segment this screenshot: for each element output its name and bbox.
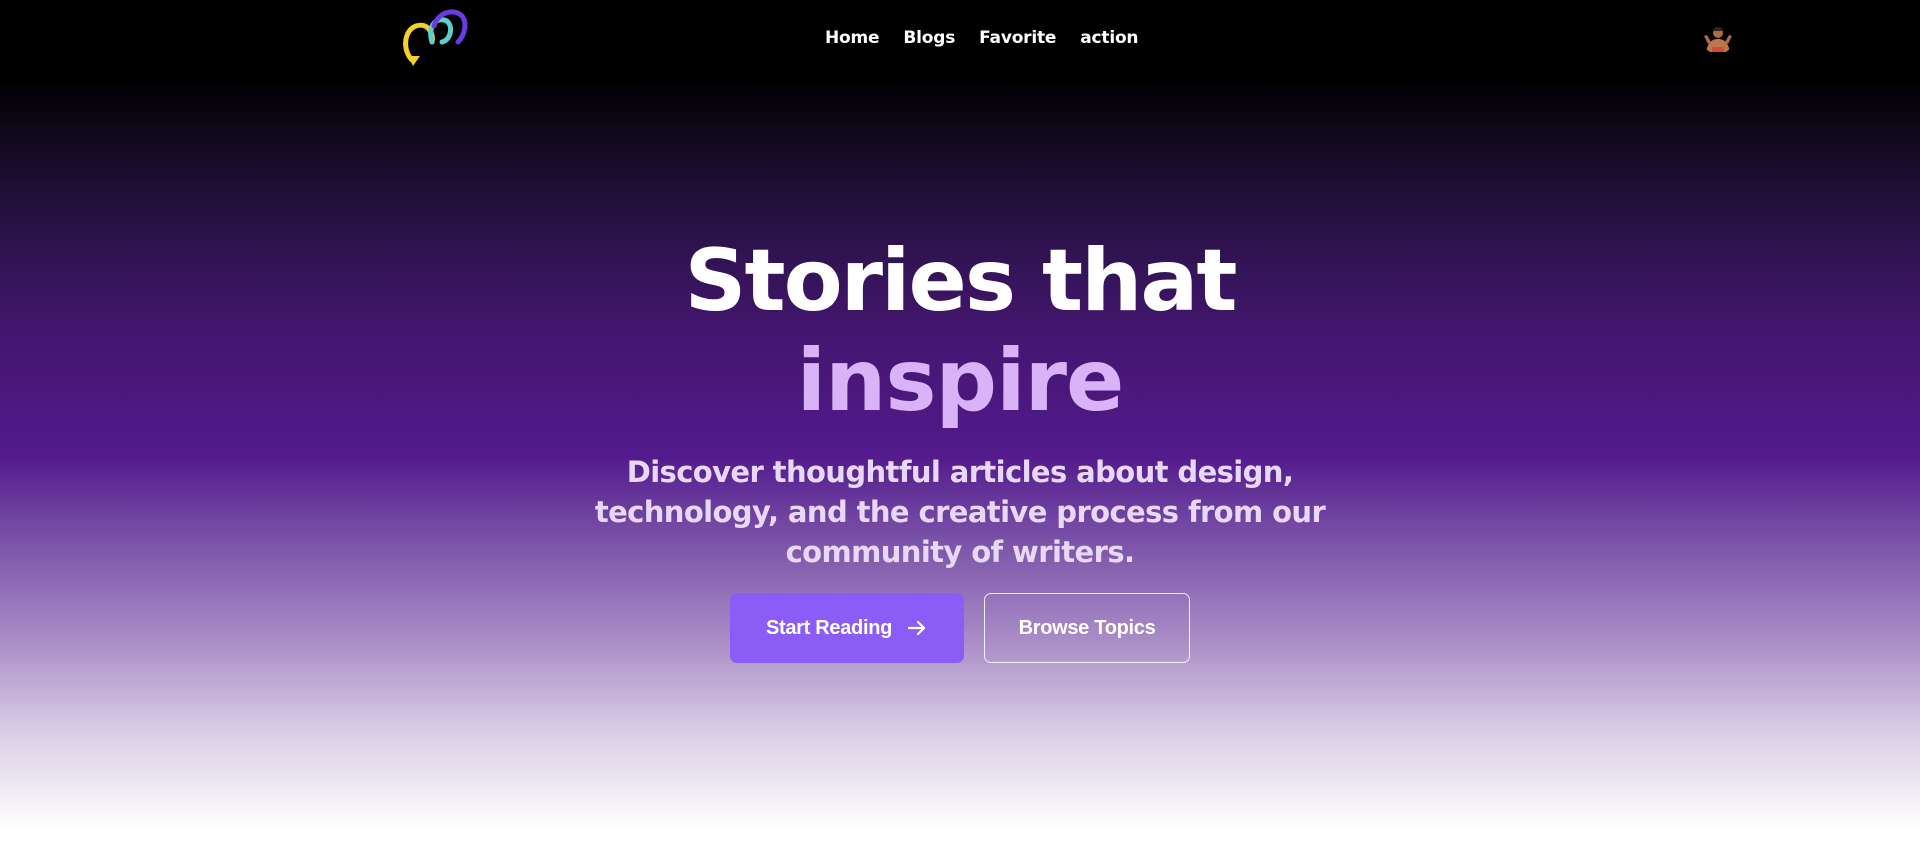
hero-subtitle: Discover thoughtful articles about desig… [594, 455, 1326, 569]
arrow-right-icon [906, 617, 928, 639]
browse-topics-label: Browse Topics [1018, 616, 1156, 639]
hero-section: Stories that inspire Discover thoughtful… [0, 0, 1920, 867]
hero-title-accent: inspire [796, 331, 1125, 431]
browse-topics-button[interactable]: Browse Topics [984, 593, 1190, 663]
start-reading-label: Start Reading [765, 616, 893, 639]
start-reading-button[interactable]: Start Reading [730, 593, 964, 663]
hero-title: Stories that [684, 231, 1238, 331]
